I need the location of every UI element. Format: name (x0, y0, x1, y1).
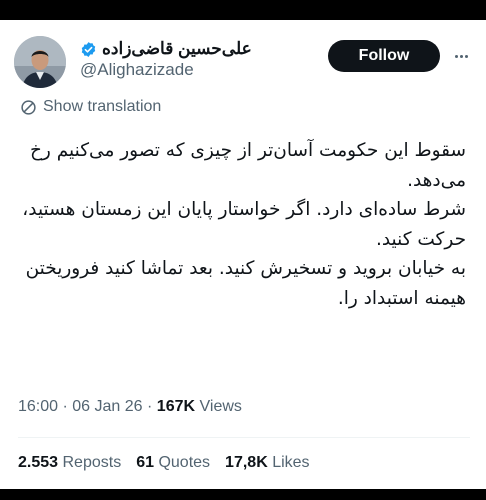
divider (18, 437, 470, 438)
views-count: 167K (156, 398, 196, 415)
quotes-label: Quotes (158, 454, 211, 471)
author-name-row: علی‌حسین قاضی‌زاده (80, 38, 252, 60)
tweet-time[interactable]: 16:00 (18, 398, 58, 415)
tweet-meta: 16:00 · 06 Jan 26 · 167K Views (18, 398, 242, 416)
verified-badge-icon (80, 41, 97, 58)
views-label: Views (199, 398, 242, 415)
meta-separator: · (62, 398, 68, 415)
tweet-paragraph: سقوط این حکومت آسان‌تر از چیزی که تصور م… (29, 140, 466, 191)
bottom-black-bar (0, 489, 486, 500)
more-options-icon[interactable] (451, 46, 471, 66)
tweet-paragraph: شرط ساده‌ای دارد. اگر خواستار پایان این … (22, 199, 466, 250)
likes-count: 17,8K (225, 454, 268, 471)
translate-icon (21, 99, 36, 115)
profile-photo (14, 36, 66, 88)
tweet-text: سقوط این حکومت آسان‌تر از چیزی که تصور م… (22, 136, 466, 313)
dot (459, 54, 463, 58)
show-translation-link[interactable]: Show translation (20, 96, 161, 118)
engagement-stats: 2.553 Reposts 61 Quotes 17,8K Likes (18, 454, 310, 472)
dot (464, 54, 468, 58)
reposts-label: Reposts (62, 454, 122, 471)
reposts-stat[interactable]: 2.553 Reposts (18, 454, 121, 472)
follow-button[interactable]: Follow (328, 40, 440, 72)
dot (454, 54, 458, 58)
likes-label: Likes (272, 454, 310, 471)
meta-separator: · (147, 398, 153, 415)
tweet-paragraph: به خیابان بروید و تسخیرش کنید. بعد تماشا… (25, 258, 466, 309)
author-display-name[interactable]: علی‌حسین قاضی‌زاده (102, 39, 252, 59)
tweet-date[interactable]: 06 Jan 26 (72, 398, 142, 415)
likes-stat[interactable]: 17,8K Likes (225, 454, 310, 472)
top-black-bar (0, 0, 486, 20)
author-handle[interactable]: @Alighazizade (80, 60, 194, 80)
quotes-stat[interactable]: 61 Quotes (136, 454, 210, 472)
quotes-count: 61 (136, 454, 154, 471)
show-translation-label: Show translation (43, 98, 162, 115)
reposts-count: 2.553 (18, 454, 59, 471)
avatar[interactable] (14, 36, 66, 88)
